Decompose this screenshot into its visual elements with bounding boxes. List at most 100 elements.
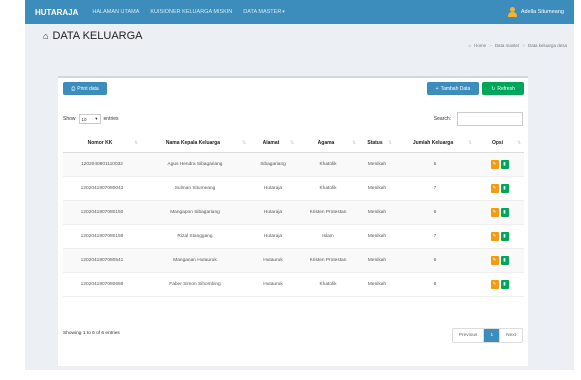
cell-agama: Khatolik	[297, 272, 359, 297]
cell-agama: Khatolik	[297, 152, 359, 177]
edit-button[interactable]: ✎	[490, 183, 499, 193]
cell-status: Menikah	[359, 152, 395, 177]
sort-icon: ⇅	[242, 140, 246, 145]
sort-icon: ⇅	[290, 140, 294, 145]
cell-status: Menikah	[359, 248, 395, 273]
cell-jumlah: 6	[395, 248, 475, 273]
home-icon: ⌂	[43, 31, 49, 41]
trash-icon: ▮	[503, 209, 506, 214]
table-row: 1202041807080658 Faber Simon Sihombing H…	[63, 272, 524, 297]
cell-status: Menikah	[359, 272, 395, 297]
cell-nomor-kk: 1202041807080541	[63, 248, 141, 273]
dashboard-icon: ⌂	[468, 43, 472, 48]
cell-status: Menikah	[359, 176, 395, 201]
delete-button[interactable]: ▮	[500, 183, 509, 193]
cell-opsi: ✎ ▮	[475, 152, 524, 177]
cell-nama: Agus Hendra Sibagariang	[141, 152, 249, 177]
page-1-button[interactable]: 1	[484, 329, 501, 342]
user-menu[interactable]: Adella Situmeang	[507, 7, 564, 17]
add-data-label: Tambah Data	[440, 85, 471, 92]
entries-select[interactable]: 10 ▾	[78, 114, 101, 124]
column-header-jumlah[interactable]: Jumlah Keluarga ⇅	[395, 134, 475, 153]
cell-opsi: ✎ ▮	[475, 176, 524, 201]
cell-opsi: ✎ ▮	[475, 272, 524, 297]
cell-alamat: Hutaraja	[249, 176, 297, 201]
cell-opsi: ✎ ▮	[475, 224, 524, 249]
next-page-button[interactable]: Next	[500, 329, 522, 342]
nav-data-master[interactable]: DATA MASTER▾	[243, 9, 285, 15]
trash-icon: ▮	[503, 281, 506, 286]
search-input[interactable]	[457, 112, 523, 126]
delete-button[interactable]: ▮	[500, 207, 509, 217]
column-header-nomor-kk[interactable]: Nomor KK ⇅	[63, 134, 141, 153]
entries-label: entries	[103, 116, 119, 122]
breadcrumb-current: Data keluarga desa	[527, 43, 567, 48]
brand-logo[interactable]: HUTARAJA	[35, 8, 78, 17]
print-icon: ⎙	[71, 85, 76, 92]
pagination: Previous 1 Next	[451, 328, 523, 343]
cell-nomor-kk: 1202041807080150	[63, 200, 141, 225]
cell-nama: Rizal Stanggang	[141, 224, 249, 249]
user-name: Adella Situmeang	[520, 9, 564, 15]
cell-nama: Faber Simon Sihombing	[141, 272, 249, 297]
table-info: Showing 1 to 6 of 6 entries	[63, 331, 120, 336]
chevron-down-icon: ▾	[95, 116, 98, 121]
edit-icon: ✎	[492, 209, 497, 214]
breadcrumb-separator: >	[522, 43, 525, 48]
cell-jumlah: 7	[395, 176, 475, 201]
edit-button[interactable]: ✎	[490, 255, 499, 265]
refresh-label: Refresh	[497, 85, 515, 92]
delete-button[interactable]: ▮	[500, 231, 509, 241]
cell-nomor-kk: 1202040801110032	[63, 152, 141, 177]
cell-alamat: Sibagariang	[249, 152, 297, 177]
entries-value: 10	[81, 116, 87, 122]
length-control: Show 10 ▾ entries	[63, 114, 119, 124]
column-header-nama[interactable]: Nama Kepala Keluarga ⇅	[141, 134, 249, 153]
data-panel: ⎙ Print data + Tambah Data ↻ Refresh Sho…	[58, 76, 528, 366]
nav-data-master-label: DATA MASTER	[243, 9, 282, 15]
nav-halaman-utama[interactable]: HALAMAN UTAMA	[92, 9, 139, 15]
sort-icon: ⇅	[352, 140, 356, 145]
edit-icon: ✎	[492, 257, 497, 262]
edit-button[interactable]: ✎	[490, 231, 499, 241]
breadcrumb: ⌂ Home > Data master > Data keluarga des…	[465, 43, 567, 48]
print-button[interactable]: ⎙ Print data	[63, 82, 107, 95]
sort-icon: ⇅	[468, 140, 472, 145]
trash-icon: ▮	[503, 185, 506, 190]
table-row: 1202040801110032 Agus Hendra Sibagariang…	[63, 152, 524, 177]
edit-icon: ✎	[492, 185, 497, 190]
delete-button[interactable]: ▮	[500, 255, 509, 265]
column-header-alamat[interactable]: Alamat ⇅	[249, 134, 297, 153]
edit-button[interactable]: ✎	[490, 207, 499, 217]
cell-alamat: Hutaraja	[249, 224, 297, 249]
column-header-opsi[interactable]: Opsi ⇅	[475, 134, 524, 153]
edit-button[interactable]: ✎	[490, 279, 499, 289]
column-header-agama[interactable]: Agama ⇅	[297, 134, 359, 153]
column-header-status[interactable]: Status ⇅	[359, 134, 395, 153]
page-title: ⌂ DATA KELUARGA	[43, 30, 143, 42]
caret-down-icon: ▾	[282, 9, 285, 15]
cell-alamat: Hutaraja	[249, 200, 297, 225]
show-label: Show	[63, 116, 76, 122]
breadcrumb-home[interactable]: Home	[474, 43, 486, 48]
search-control: Search:	[434, 112, 523, 126]
top-navbar: HUTARAJA HALAMAN UTAMA KUISIONER KELUARG…	[25, 0, 574, 24]
previous-page-button[interactable]: Previous	[453, 329, 485, 342]
page-title-text: DATA KELUARGA	[52, 30, 143, 42]
cell-opsi: ✎ ▮	[475, 248, 524, 273]
delete-button[interactable]: ▮	[500, 279, 509, 289]
refresh-button[interactable]: ↻ Refresh	[482, 82, 524, 95]
cell-jumlah: 8	[395, 272, 475, 297]
cell-alamat: Hutauruk	[249, 248, 297, 273]
cell-nomor-kk: 1202041807080158	[63, 224, 141, 249]
breadcrumb-data-master[interactable]: Data master	[495, 43, 520, 48]
add-data-button[interactable]: + Tambah Data	[427, 82, 479, 95]
edit-button[interactable]: ✎	[490, 159, 499, 169]
nav-kuisioner[interactable]: KUISIONER KELUARGA MISKIN	[150, 9, 232, 15]
cell-nama: Manganan Hutauruk	[141, 248, 249, 273]
cell-nama: Sulman Situmeang	[141, 176, 249, 201]
delete-button[interactable]: ▮	[500, 159, 509, 169]
cell-jumlah: 6	[395, 200, 475, 225]
cell-agama: Kristen Protestan	[297, 200, 359, 225]
trash-icon: ▮	[503, 161, 506, 166]
